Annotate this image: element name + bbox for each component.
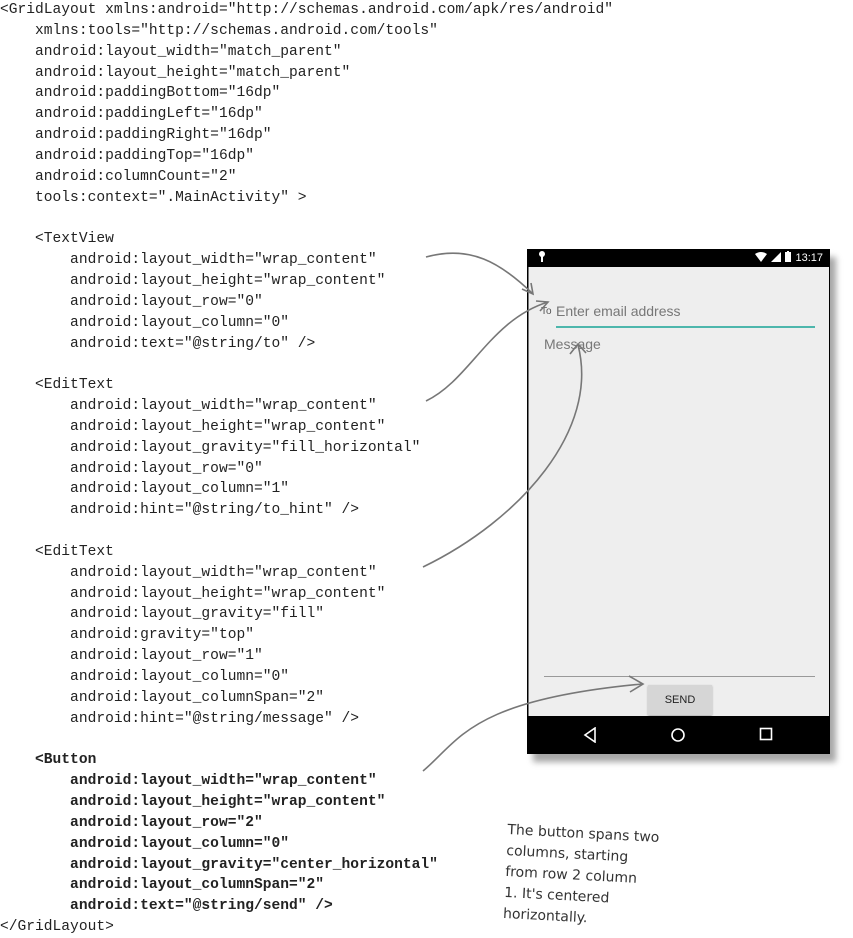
arrow-button-to-send <box>422 683 643 772</box>
arrow-textview-to-label <box>425 252 534 295</box>
handwritten-note: The button spans two columns, starting f… <box>503 820 678 934</box>
arrow-edittext-to-message <box>422 344 583 568</box>
arrow-edittext-to-email <box>425 301 549 402</box>
annotation-arrows <box>422 252 645 772</box>
